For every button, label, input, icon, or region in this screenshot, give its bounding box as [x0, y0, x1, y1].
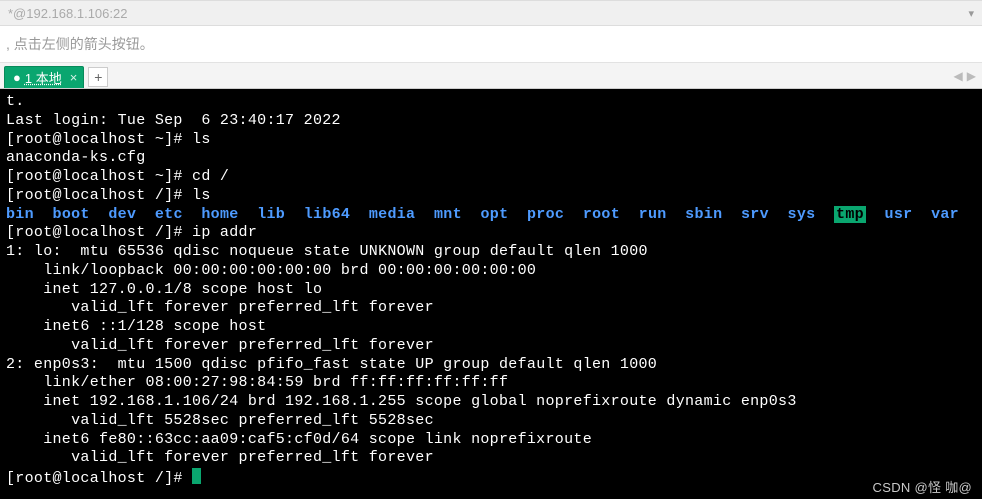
tab-nav: ◀ ▶: [954, 69, 976, 83]
close-icon[interactable]: ×: [70, 70, 78, 85]
dir-sbin: sbin: [685, 206, 722, 223]
dir-media: media: [369, 206, 416, 223]
dir-proc: proc: [527, 206, 564, 223]
dir-home: home: [201, 206, 238, 223]
dir-sys: sys: [788, 206, 816, 223]
watermark: CSDN @怪 咖@: [873, 480, 972, 496]
dir-tmp: tmp: [834, 206, 866, 223]
dir-opt: opt: [480, 206, 508, 223]
add-tab-button[interactable]: +: [88, 67, 108, 87]
cursor: [192, 468, 201, 484]
hint-text: , 点击左侧的箭头按钮。: [0, 26, 982, 63]
dir-srv: srv: [741, 206, 769, 223]
tab-prev-icon[interactable]: ◀: [954, 69, 963, 83]
dir-mnt: mnt: [434, 206, 462, 223]
tab-local[interactable]: ● 1 本地 ×: [4, 66, 84, 88]
dir-root: root: [583, 206, 620, 223]
dir-usr: usr: [885, 206, 913, 223]
dir-lib: lib: [257, 206, 285, 223]
dir-run: run: [639, 206, 667, 223]
active-indicator-icon: ●: [13, 70, 21, 85]
tab-label: 1 本地: [25, 68, 62, 87]
tab-strip: ● 1 本地 × + ◀ ▶: [0, 63, 982, 89]
window-title: *@192.168.1.106:22: [8, 6, 127, 21]
dir-bin: bin: [6, 206, 34, 223]
tab-next-icon[interactable]: ▶: [967, 69, 976, 83]
dir-etc: etc: [155, 206, 183, 223]
dir-boot: boot: [53, 206, 90, 223]
dir-var: var: [931, 206, 959, 223]
dir-lib64: lib64: [304, 206, 351, 223]
terminal-output[interactable]: t. Last login: Tue Sep 6 23:40:17 2022 […: [0, 89, 982, 499]
dir-dev: dev: [108, 206, 136, 223]
window-title-bar: *@192.168.1.106:22 ▾: [0, 0, 982, 26]
dropdown-icon[interactable]: ▾: [968, 7, 974, 20]
